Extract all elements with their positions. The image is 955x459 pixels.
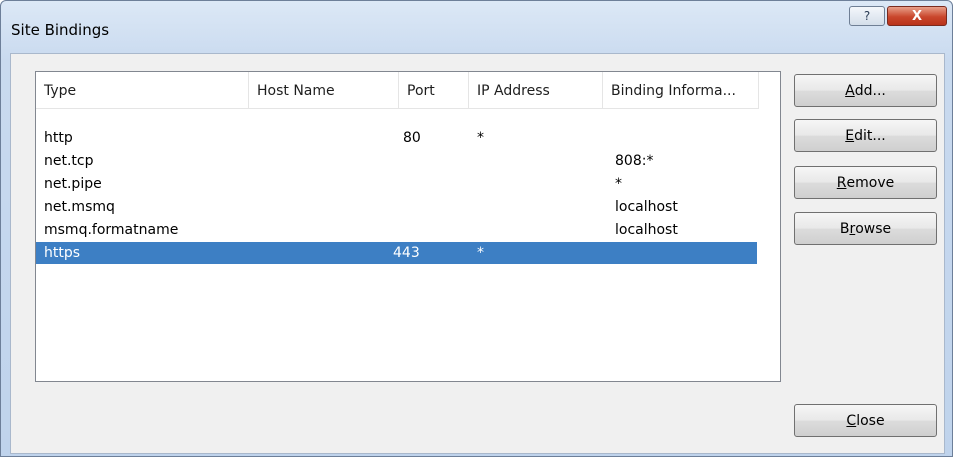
column-header-ip-address[interactable]: IP Address (469, 72, 603, 108)
cell-ip-address: * (477, 130, 484, 146)
cell-type: net.tcp (44, 153, 94, 169)
window-close-button[interactable]: X (887, 6, 947, 26)
add-button[interactable]: Add... (794, 74, 937, 107)
list-header: Type Host Name Port IP Address Binding I… (36, 72, 759, 109)
site-bindings-dialog: Site Bindings ? X Type Host Name Port IP… (0, 0, 953, 457)
add-label: dd... (854, 82, 886, 99)
cell-port: 80 (403, 130, 421, 146)
browse-button[interactable]: Br owse (794, 212, 937, 245)
column-header-host-name[interactable]: Host Name (249, 72, 399, 108)
help-button[interactable]: ? (849, 6, 885, 26)
close-label: lose (856, 412, 885, 429)
edit-button[interactable]: Edit... (794, 119, 937, 152)
bindings-list[interactable]: Type Host Name Port IP Address Binding I… (35, 71, 781, 382)
column-header-type[interactable]: Type (36, 72, 249, 108)
list-item[interactable]: http 80 * (36, 127, 757, 149)
cell-type: http (44, 130, 73, 146)
cell-binding-information: localhost (615, 222, 678, 238)
browse-label-start: B (839, 220, 850, 237)
dialog-body: Type Host Name Port IP Address Binding I… (10, 53, 945, 454)
edit-label: dit... (854, 127, 886, 144)
cell-type: net.pipe (44, 176, 102, 192)
browse-label: owse (855, 220, 892, 237)
list-item[interactable]: net.pipe * (36, 173, 757, 195)
list-item[interactable]: msmq.formatname localhost (36, 219, 757, 241)
close-button[interactable]: Close (794, 404, 937, 437)
add-mnemonic: A (845, 82, 855, 99)
cell-binding-information: localhost (615, 199, 678, 215)
close-mnemonic: C (846, 412, 857, 429)
cell-type: msmq.formatname (44, 222, 179, 238)
list-item[interactable]: net.msmq localhost (36, 196, 757, 218)
cell-ip-address: * (477, 245, 484, 261)
remove-mnemonic: R (836, 174, 847, 191)
edit-mnemonic: E (845, 127, 855, 144)
help-icon: ? (863, 9, 871, 23)
remove-label: emove (846, 174, 895, 191)
cell-binding-information: * (615, 176, 622, 192)
cell-type: https (44, 245, 81, 261)
cell-type: net.msmq (44, 199, 115, 215)
close-icon: X (911, 8, 923, 24)
list-item-selected[interactable]: https 443 * (36, 242, 757, 264)
column-header-binding-information[interactable]: Binding Informa... (603, 72, 759, 108)
title-bar[interactable]: Site Bindings ? X (1, 1, 952, 53)
dialog-title: Site Bindings (11, 21, 110, 39)
cell-binding-information: 808:* (615, 153, 654, 169)
column-header-port[interactable]: Port (399, 72, 469, 108)
list-item[interactable]: net.tcp 808:* (36, 150, 757, 172)
remove-button[interactable]: Remove (794, 166, 937, 199)
cell-port: 443 (393, 245, 420, 261)
